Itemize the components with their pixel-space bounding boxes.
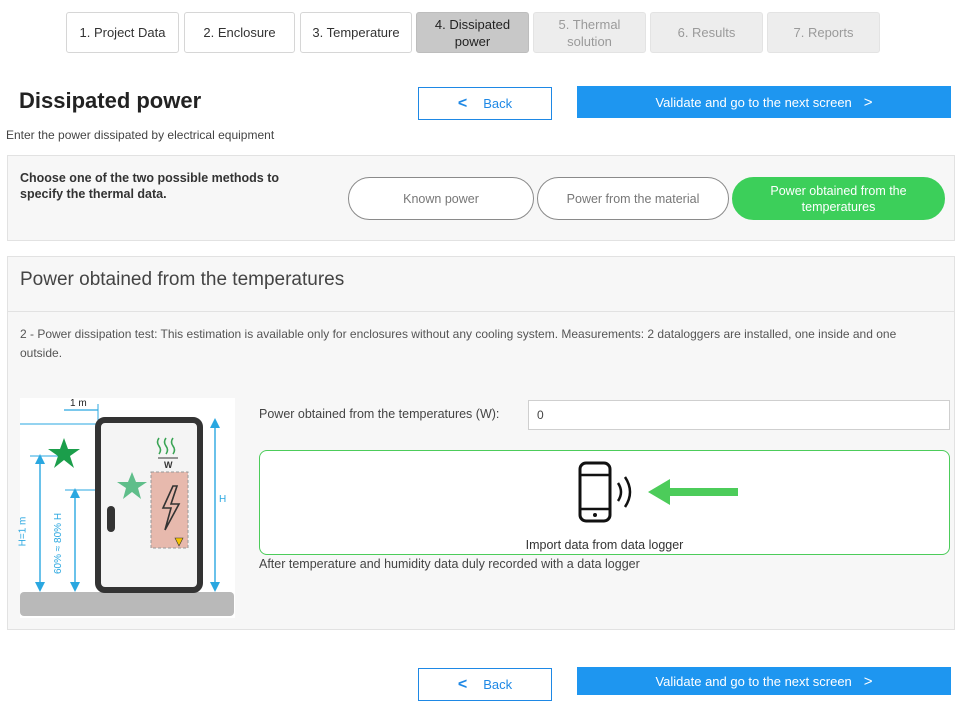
page-title: Dissipated power — [19, 88, 202, 113]
step-tab-label: 6. Results — [677, 25, 736, 40]
step-tab-label: 5. Thermal solution — [558, 16, 621, 49]
diagram-label-1m: 1 m — [70, 398, 87, 409]
page-subtitle: Enter the power dissipated by electrical… — [6, 128, 275, 142]
step-tab-temperature[interactable]: 3. Temperature — [300, 12, 412, 53]
step-tab-reports: 7. Reports — [767, 12, 880, 53]
step-tab-project-data[interactable]: 1. Project Data — [66, 12, 179, 53]
back-button-label: Back — [483, 96, 513, 111]
method-known-power[interactable]: Known power — [348, 177, 534, 220]
method-option-label: Power obtained from the temperatures — [770, 183, 907, 214]
chevron-left-icon: < — [457, 675, 468, 693]
section-divider — [8, 311, 954, 312]
step-tab-enclosure[interactable]: 2. Enclosure — [184, 12, 295, 53]
import-data-logger-button[interactable]: Import data from data logger — [259, 450, 950, 555]
step-tab-dissipated-power[interactable]: 4. Dissipated power — [416, 12, 529, 53]
back-button[interactable]: < Back — [418, 87, 552, 120]
diagram-label-pct: 60% ≈ 80% H — [53, 512, 65, 575]
back-button-label: Back — [483, 677, 513, 692]
chevron-left-icon: < — [457, 94, 468, 112]
chevron-right-icon: > — [863, 93, 873, 111]
step-tab-results: 6. Results — [650, 12, 763, 53]
step-tab-thermal-solution: 5. Thermal solution — [533, 12, 646, 53]
import-label: Import data from data logger — [525, 538, 684, 552]
next-button[interactable]: Validate and go to the next screen > — [577, 86, 951, 118]
import-note: After temperature and humidity data duly… — [259, 557, 640, 571]
next-button-label: Validate and go to the next screen — [655, 673, 852, 689]
diagram-label-watt: W — [164, 460, 173, 470]
step-tab-label: 7. Reports — [793, 25, 854, 40]
section-description: 2 - Power dissipation test: This estimat… — [20, 327, 897, 360]
step-tab-label: 3. Temperature — [312, 25, 400, 40]
power-field-label: Power obtained from the temperatures (W)… — [259, 407, 500, 421]
enclosure-diagram: 1 m H=1 m 60% ≈ 80% H H W — [17, 398, 235, 618]
next-button-label: Validate and go to the next screen — [655, 94, 852, 110]
smartphone-signal-icon — [578, 461, 738, 523]
step-tab-label: 1. Project Data — [79, 25, 166, 40]
diagram-label-h: H — [219, 494, 227, 505]
method-option-label: Known power — [403, 191, 479, 206]
method-power-from-temperatures[interactable]: Power obtained from the temperatures — [732, 177, 945, 220]
method-prompt: Choose one of the two possible methods t… — [20, 171, 280, 201]
method-power-from-material[interactable]: Power from the material — [537, 177, 729, 220]
power-input[interactable] — [528, 400, 950, 430]
diagram-label-h1m: H=1 m — [17, 516, 29, 547]
next-button-bottom[interactable]: Validate and go to the next screen > — [577, 667, 951, 695]
step-tab-label: 4. Dissipated power — [434, 16, 511, 49]
section-title: Power obtained from the temperatures — [20, 269, 345, 290]
step-tab-label: 2. Enclosure — [203, 25, 276, 40]
arrow-left-icon — [648, 479, 738, 505]
back-button-bottom[interactable]: < Back — [418, 668, 552, 701]
method-option-label: Power from the material — [566, 191, 700, 206]
chevron-right-icon: > — [863, 672, 873, 690]
enclosure-illustration — [20, 398, 235, 618]
